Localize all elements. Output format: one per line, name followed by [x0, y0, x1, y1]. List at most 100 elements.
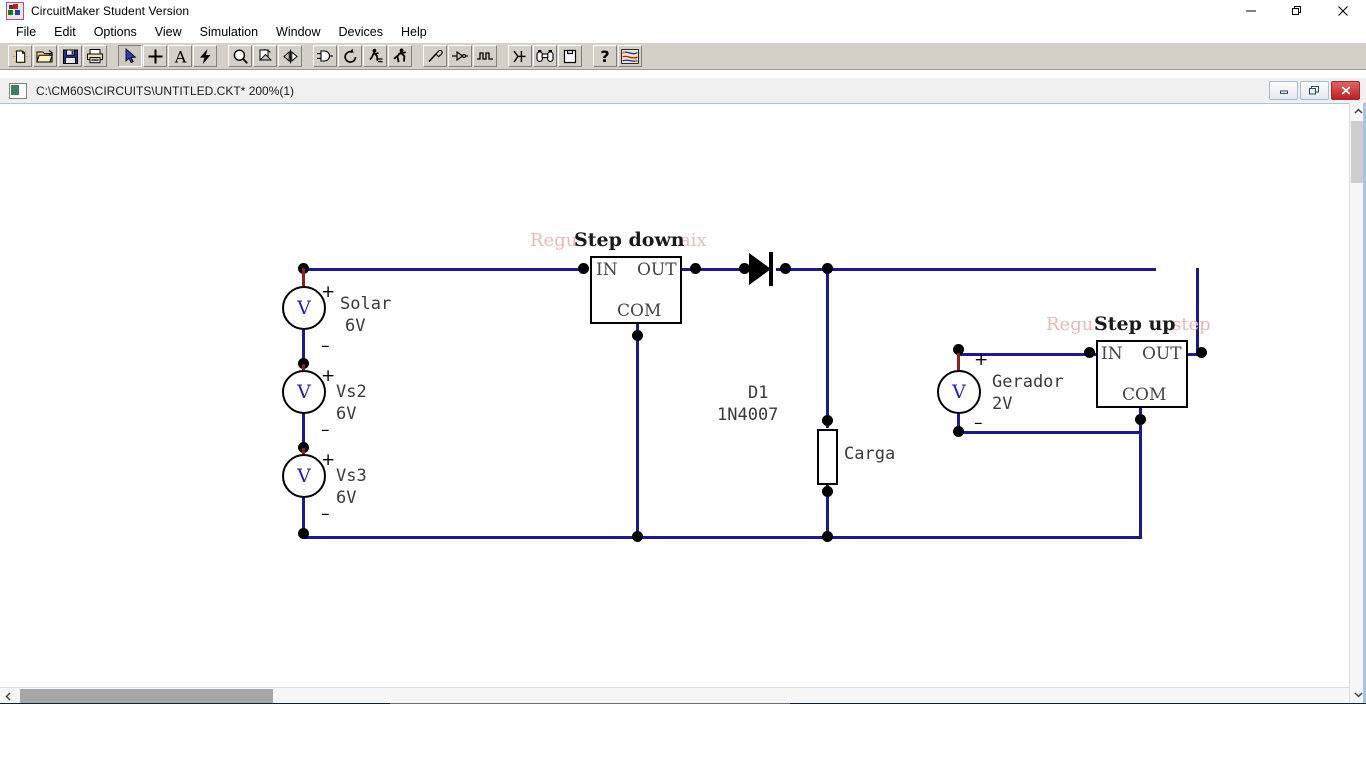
document-title: C:\CM60S\CIRCUITS\UNTITLED.CKT* 200%(1) [36, 83, 295, 98]
horizontal-scroll-thumb[interactable] [20, 689, 273, 704]
menu-bar: File Edit Options View Simulation Window… [0, 22, 1366, 42]
window-minimize-button[interactable] [1228, 0, 1274, 22]
node-bottom-carga-junction [822, 531, 833, 542]
step-up-pin-in: IN [1101, 344, 1123, 364]
lightning-probe-icon[interactable] [193, 45, 217, 67]
arrow-select-icon[interactable] [118, 45, 142, 67]
step-up-pin-com: COM [1122, 385, 1167, 405]
mirror-flip-icon[interactable] [278, 45, 302, 67]
solar-value-label: 6V [345, 316, 366, 336]
node-step-down-com [632, 330, 643, 341]
undo-circular-icon[interactable] [338, 45, 362, 67]
window-titlebar: CircuitMaker Student Version [0, 0, 1366, 23]
source-symbol: V [297, 297, 311, 319]
window-title: CircuitMaker Student Version [31, 4, 190, 18]
menu-file[interactable]: File [7, 24, 45, 41]
document-close-button[interactable] [1331, 81, 1360, 100]
wire-top-left [302, 268, 582, 271]
node-vs3-bottom [298, 528, 309, 539]
netlist-icon[interactable] [508, 45, 532, 67]
node-gerador-bottom [953, 426, 964, 437]
step-down-pin-in: IN [596, 260, 618, 280]
menu-options[interactable]: Options [85, 24, 146, 41]
diode-ref-label: D1 [748, 383, 769, 403]
vs3-plus-sign: + [321, 450, 336, 470]
wire-gerador-return [957, 431, 1141, 434]
circuit-board-icon[interactable] [618, 45, 642, 67]
voltage-source-solar[interactable]: V [282, 286, 326, 330]
solar-minus-sign: – [321, 336, 330, 356]
step-down-title: Step down [574, 229, 685, 251]
window-maximize-button[interactable] [1274, 0, 1320, 22]
node-carga-top [822, 415, 833, 426]
step-up-ghost-left: Regu [1046, 314, 1094, 335]
gerador-minus-sign: – [974, 413, 983, 433]
print-icon[interactable] [83, 45, 107, 67]
menu-devices[interactable]: Devices [330, 24, 392, 41]
node-bottom-stepdown-junction [632, 531, 643, 542]
toolbar-separator [498, 45, 508, 67]
toolbar-separator [413, 45, 423, 67]
wire-plus-icon[interactable] [143, 45, 167, 67]
source-symbol: V [297, 381, 311, 403]
document-restore-button[interactable] [1300, 81, 1329, 100]
vs3-name-label: Vs3 [336, 466, 367, 486]
document-titlebar: C:\CM60S\CIRCUITS\UNTITLED.CKT* 200%(1) [0, 78, 1366, 104]
step-down-pin-com: COM [617, 301, 662, 321]
help-question-icon[interactable]: ? [593, 45, 617, 67]
window-close-button[interactable] [1320, 0, 1366, 22]
toolbar-separator [583, 45, 593, 67]
macro-icon[interactable] [558, 45, 582, 67]
wire-diode-to-node [776, 268, 1156, 271]
node-step-down-in [578, 263, 589, 274]
toolbar-separator [218, 45, 228, 67]
menu-view[interactable]: View [146, 24, 191, 41]
open-file-icon[interactable] [33, 45, 57, 67]
toolbar-separator [303, 45, 313, 67]
binoculars-find-icon[interactable] [533, 45, 557, 67]
waveform-icon[interactable] [473, 45, 497, 67]
menu-window[interactable]: Window [267, 24, 329, 41]
voltage-source-gerador[interactable]: V [937, 370, 981, 414]
text-tool-icon[interactable]: A [168, 45, 192, 67]
logic-gate-icon[interactable] [313, 45, 337, 67]
zoom-magnifier-icon[interactable] [228, 45, 252, 67]
menu-help[interactable]: Help [392, 24, 436, 41]
gerador-name-label: Gerador [992, 372, 1064, 392]
node-carga-bottom [822, 486, 833, 497]
gerador-plus-sign: + [974, 350, 989, 370]
desktop-area [0, 704, 1366, 768]
node-step-up-in [1084, 347, 1095, 358]
document-icon [9, 82, 27, 99]
step-down-ghost-left: Regu [530, 230, 578, 251]
voltage-source-vs3[interactable]: V [282, 454, 326, 498]
node-step-up-out [1196, 347, 1207, 358]
gerador-value-label: 2V [992, 394, 1013, 414]
circuitmaker-window: CircuitMaker Student Version File Edit O… [0, 0, 1366, 768]
step-up-title: Step up [1094, 313, 1176, 335]
node-diode-cathode [780, 263, 791, 274]
signal-source-icon[interactable] [448, 45, 472, 67]
document-minimize-button[interactable] [1269, 81, 1298, 100]
page-rotate-icon[interactable] [253, 45, 277, 67]
circuitmaker-app-icon [6, 2, 24, 20]
menu-simulation[interactable]: Simulation [191, 24, 267, 41]
window-controls [1228, 0, 1366, 22]
solar-name-label: Solar [340, 294, 392, 314]
resistor-carga[interactable] [817, 429, 838, 485]
schematic-canvas[interactable]: V + – Solar 6V V + – Vs2 6V V + – Vs3 6V… [0, 103, 1366, 703]
hand-probe-icon[interactable] [423, 45, 447, 67]
node-top-carga-junction [822, 263, 833, 274]
node-step-down-out [690, 263, 701, 274]
run-simulation-icon[interactable] [388, 45, 412, 67]
voltage-source-vs2[interactable]: V [282, 370, 326, 414]
step-run-icon[interactable] [363, 45, 387, 67]
step-up-ghost-right: step [1172, 314, 1211, 335]
horizontal-scrollbar[interactable] [0, 687, 1349, 704]
new-file-icon[interactable] [8, 45, 32, 67]
menu-edit[interactable]: Edit [45, 24, 85, 41]
save-file-icon[interactable] [58, 45, 82, 67]
schematic-sheet[interactable]: V + – Solar 6V V + – Vs2 6V V + – Vs3 6V… [8, 104, 1341, 702]
node-step-up-com [1135, 414, 1146, 425]
diode-part-label: 1N4007 [717, 405, 779, 425]
